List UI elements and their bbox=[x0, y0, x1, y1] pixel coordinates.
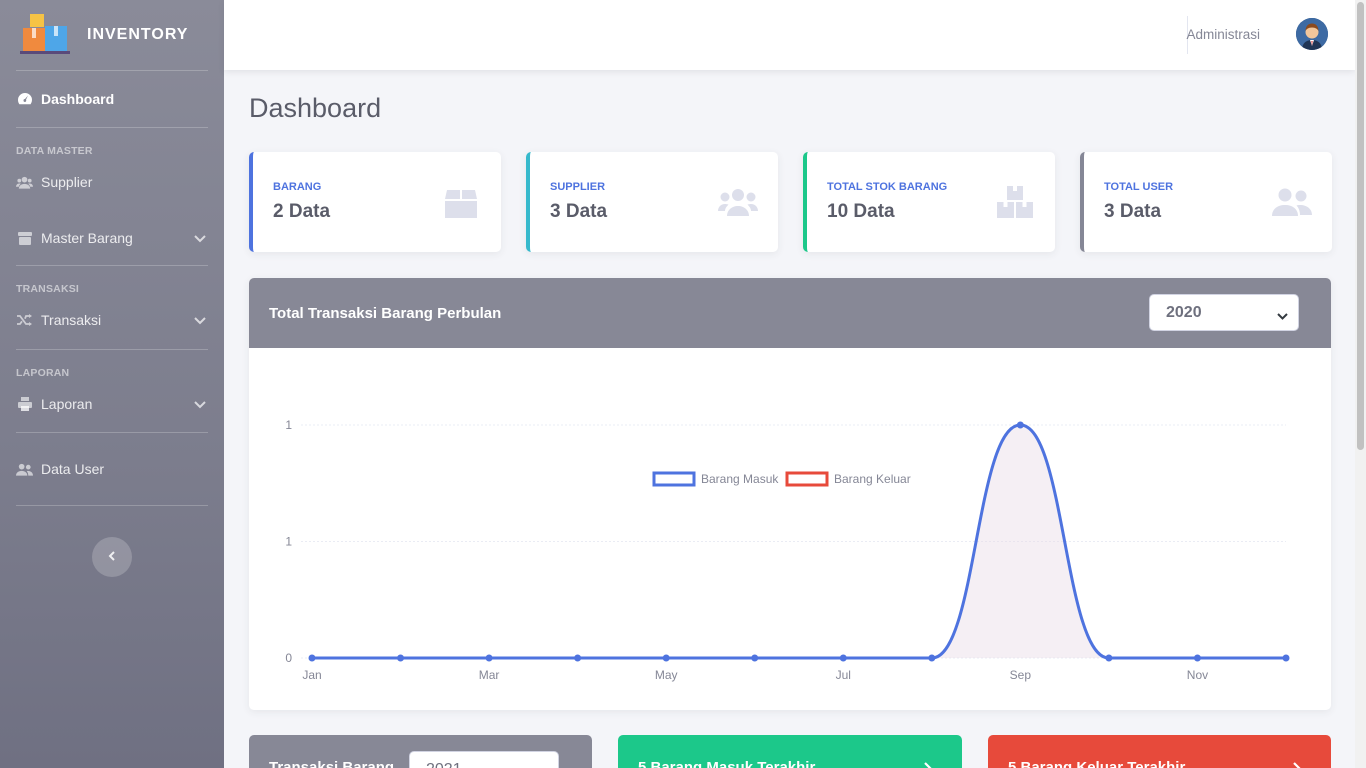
sidebar-brand[interactable]: INVENTORY bbox=[0, 0, 224, 70]
sidebar-divider bbox=[16, 505, 208, 506]
chart-point-barang-masuk bbox=[397, 654, 405, 662]
sidebar-item-label: Transaksi bbox=[41, 312, 102, 328]
chart-point-barang-masuk bbox=[1193, 654, 1201, 662]
chart-point-barang-masuk bbox=[839, 654, 847, 662]
archive-icon bbox=[16, 231, 33, 245]
barang-keluar-title: 5 Barang Keluar Terakhir bbox=[1008, 759, 1186, 768]
chart-card: Total Transaksi Barang Perbulan 2020 1 1 0… bbox=[249, 278, 1331, 710]
chart-point-barang-masuk bbox=[1282, 654, 1290, 662]
sidebar-item-label: Supplier bbox=[41, 174, 93, 190]
transaksi-year-value: 2021 bbox=[426, 761, 462, 768]
barang-keluar-card-header[interactable]: 5 Barang Keluar Terakhir bbox=[988, 735, 1331, 768]
stat-card-label: BARANG bbox=[273, 181, 322, 193]
chart-card-header: Total Transaksi Barang Perbulan 2020 bbox=[249, 278, 1331, 348]
chart-point-barang-masuk bbox=[574, 654, 582, 662]
sidebar-divider bbox=[16, 349, 208, 350]
topbar: Administrasi bbox=[224, 0, 1355, 70]
sidebar-item-master-barang[interactable]: Master Barang bbox=[0, 205, 224, 271]
print-icon bbox=[16, 397, 33, 411]
sidebar-item-label: Master Barang bbox=[41, 230, 133, 246]
chart-point-barang-masuk bbox=[485, 654, 493, 662]
sidebar-item-data-user[interactable]: Data User bbox=[0, 433, 224, 505]
sidebar-item-label: Data User bbox=[41, 461, 105, 477]
chart-x-tick-label: Sep bbox=[1010, 668, 1032, 682]
barang-masuk-card-header[interactable]: 5 Barang Masuk Terakhir bbox=[618, 735, 962, 768]
stat-card-label: TOTAL USER bbox=[1104, 181, 1174, 193]
sidebar-heading-master: DATA MASTER bbox=[16, 145, 93, 157]
chart-y-tick-label: 1 bbox=[285, 535, 292, 549]
sidebar-item-laporan[interactable]: Laporan bbox=[0, 381, 224, 427]
chart-x-tick-label: Nov bbox=[1187, 668, 1208, 682]
tachometer-icon bbox=[16, 92, 33, 106]
chart-x-tick-label: Jan bbox=[302, 668, 321, 682]
user-friends-icon bbox=[16, 462, 33, 476]
chevron-right-icon bbox=[1293, 761, 1301, 768]
sidebar-item-dashboard[interactable]: Dashboard bbox=[0, 71, 224, 127]
sidebar-toggle-button[interactable] bbox=[92, 537, 132, 577]
stat-card-value: 2 Data bbox=[273, 201, 331, 222]
chart-x-tick-label: May bbox=[655, 668, 678, 682]
random-icon bbox=[16, 313, 33, 327]
chart-legend-swatch bbox=[652, 471, 696, 487]
sidebar-item-transaksi[interactable]: Transaksi bbox=[0, 297, 224, 343]
stat-card-label: SUPPLIER bbox=[550, 181, 606, 193]
sidebar-item-supplier[interactable]: Supplier bbox=[0, 159, 224, 205]
chart-point-barang-masuk bbox=[1105, 654, 1113, 662]
chart-x-tick-label: Jul bbox=[836, 668, 851, 682]
users-icon bbox=[718, 185, 758, 219]
transaksi-barang-card-header: Transaksi Barang 2021 bbox=[249, 735, 592, 768]
chevron-left-icon bbox=[108, 548, 116, 566]
chevron-right-icon bbox=[924, 761, 932, 768]
users-icon bbox=[16, 175, 33, 189]
stat-card-total-stok[interactable]: TOTAL STOK BARANG 10 Data bbox=[803, 152, 1055, 252]
sidebar-heading-laporan: LAPORAN bbox=[16, 367, 70, 379]
chart-point-barang-masuk bbox=[928, 654, 936, 662]
chevron-down-icon bbox=[1277, 308, 1288, 326]
scrollbar-thumb[interactable] bbox=[1357, 2, 1364, 450]
sidebar-divider bbox=[16, 127, 208, 128]
stat-card-value: 10 Data bbox=[827, 201, 895, 222]
box-icon bbox=[441, 185, 481, 219]
sidebar-item-label: Dashboard bbox=[41, 91, 115, 107]
chevron-down-icon bbox=[194, 230, 206, 246]
brand-name: INVENTORY bbox=[87, 26, 189, 43]
chart-y-tick-label: 0 bbox=[285, 651, 292, 665]
stat-card-total-user[interactable]: TOTAL USER 3 Data bbox=[1080, 152, 1332, 252]
sidebar: INVENTORY Dashboard DATA MASTER Supplier… bbox=[0, 0, 224, 768]
stat-card-label: TOTAL STOK BARANG bbox=[827, 181, 948, 193]
chart-y-tick-label: 1 bbox=[285, 418, 292, 432]
chart-legend-label: Barang Masuk bbox=[701, 472, 779, 486]
chart-card-title: Total Transaksi Barang Perbulan bbox=[269, 304, 502, 322]
chevron-down-icon bbox=[194, 312, 206, 328]
chart-point-barang-masuk bbox=[751, 654, 759, 662]
chevron-down-icon bbox=[194, 396, 206, 412]
sidebar-heading-transaksi: TRANSAKSI bbox=[16, 283, 80, 295]
transaksi-barang-title: Transaksi Barang bbox=[269, 759, 395, 768]
year-select-value: 2020 bbox=[1166, 303, 1202, 321]
chart-legend-label: Barang Keluar bbox=[834, 472, 911, 486]
stat-card-supplier[interactable]: SUPPLIER 3 Data bbox=[526, 152, 778, 252]
stat-card-value: 3 Data bbox=[550, 201, 608, 222]
chart-legend-swatch bbox=[785, 471, 829, 487]
inventory-logo-icon bbox=[20, 14, 70, 56]
year-select[interactable]: 2020 bbox=[1149, 294, 1299, 331]
boxes-icon bbox=[995, 185, 1035, 219]
transaksi-line-chart: 1 1 0 Jan Mar May Jul Sep Nov Barang Masuk Barang … bbox=[285, 418, 1290, 682]
chart-point-barang-masuk bbox=[308, 654, 316, 662]
avatar[interactable] bbox=[1296, 18, 1328, 50]
chart-x-tick-label: Mar bbox=[479, 668, 500, 682]
barang-masuk-title: 5 Barang Masuk Terakhir bbox=[638, 759, 816, 768]
transaksi-year-select[interactable]: 2021 bbox=[409, 751, 559, 768]
sidebar-item-label: Laporan bbox=[41, 396, 93, 412]
page-title: Dashboard bbox=[249, 93, 382, 123]
chart-point-barang-masuk bbox=[1016, 421, 1024, 429]
user-name[interactable]: Administrasi bbox=[1186, 27, 1260, 42]
user-friends-icon bbox=[1272, 185, 1312, 219]
stat-card-barang[interactable]: BARANG 2 Data bbox=[249, 152, 501, 252]
page-scrollbar[interactable] bbox=[1355, 0, 1366, 768]
chart-point-barang-masuk bbox=[662, 654, 670, 662]
stat-card-value: 3 Data bbox=[1104, 201, 1162, 222]
